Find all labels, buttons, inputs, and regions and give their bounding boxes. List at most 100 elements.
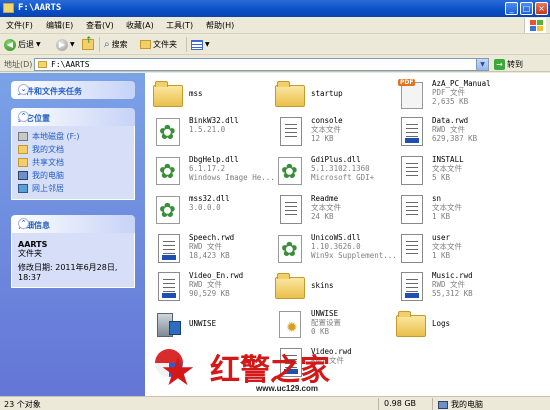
file-item-readme[interactable]: Readme 文本文件 24 KB — [267, 192, 397, 232]
collapse-icon[interactable]: ⌃ — [18, 111, 29, 122]
file-name: Readme — [311, 194, 339, 203]
file-tasks-header[interactable]: 文件和文件夹任务 ⌄ — [11, 81, 135, 99]
folders-label: 文件夹 — [153, 40, 177, 49]
menu-edit[interactable]: 编辑(E) — [46, 20, 73, 31]
other-places-panel: 其它位置 ⌃ 本地磁盘 (F:) 我的文档 共享文档 我的电脑 网上邻居 — [11, 108, 135, 200]
toolbar-separator — [99, 37, 100, 52]
status-object-count: 23 个对象 — [4, 400, 41, 409]
file-item-data-rwd[interactable]: Data.rwd RWD 文件 629,387 KB — [388, 114, 518, 154]
details-header[interactable]: 详细信息 ⌃ — [11, 215, 135, 233]
status-divider — [378, 398, 379, 410]
file-size: 90,529 KB — [189, 289, 230, 298]
file-item-video-en-rwd[interactable]: Video_En.rwd RWD 文件 90,529 KB — [145, 269, 275, 309]
file-item-user[interactable]: user 文本文件 1 KB — [388, 231, 518, 271]
menu-view[interactable]: 查看(V) — [86, 20, 114, 31]
place-network[interactable]: 网上邻居 — [18, 182, 128, 195]
place-label: 本地磁盘 (F:) — [32, 132, 80, 141]
file-item-startup[interactable]: startup — [267, 77, 397, 117]
chevron-down-icon[interactable]: ▼ — [476, 59, 488, 70]
file-item-mss[interactable]: mss — [145, 77, 275, 117]
file-item-unwise-exe[interactable]: UNWISE — [145, 307, 275, 347]
place-label: 我的电脑 — [32, 171, 64, 180]
file-size: 18,423 KB — [189, 251, 230, 260]
back-button[interactable]: ◀ 后退 ▼ — [4, 37, 41, 52]
folder-icon — [18, 145, 28, 154]
collapse-icon[interactable]: ⌃ — [18, 218, 29, 229]
file-item-gdiplus[interactable]: GdiPlus.dll 5.1.3102.1360 Microsoft GDI+ — [267, 153, 397, 193]
file-item-console[interactable]: console 文本文件 12 KB — [267, 114, 397, 154]
file-item-binkw32[interactable]: BinkW32.dll 1.5.21.0 — [145, 114, 275, 154]
folder-icon — [3, 3, 14, 13]
file-list: mss startup AzA_PC_Manual PDF 文件 2,635 K… — [145, 73, 550, 396]
go-button[interactable]: → 转到 — [494, 58, 523, 71]
text-file-icon — [280, 195, 302, 224]
file-item-install[interactable]: INSTALL 文本文件 5 KB — [388, 153, 518, 193]
text-file-icon — [401, 156, 423, 185]
search-button[interactable]: ⌕ 搜索 — [104, 37, 128, 52]
address-field[interactable]: F:\AARTS ▼ — [34, 58, 489, 71]
file-item-music-rwd[interactable]: Music.rwd RWD 文件 55,312 KB — [388, 269, 518, 309]
file-item-mss32[interactable]: mss32.dll 3.0.0.0 — [145, 192, 275, 232]
folder-icon — [153, 81, 183, 107]
file-name: INSTALL — [432, 155, 464, 164]
text-file-icon — [280, 117, 302, 146]
file-version: 1.10.3626.0 — [311, 242, 361, 251]
file-name: Data.rwd — [432, 116, 469, 125]
details-type: 文件夹 — [18, 249, 42, 258]
expand-icon[interactable]: ⌄ — [18, 84, 29, 95]
dll-file-icon — [156, 118, 180, 146]
file-name: mss32.dll — [189, 194, 230, 203]
place-my-computer[interactable]: 我的电脑 — [18, 169, 128, 182]
file-item-logs[interactable]: Logs — [388, 307, 518, 347]
computer-icon — [18, 171, 28, 180]
file-item-sn[interactable]: sn 文本文件 1 KB — [388, 192, 518, 232]
file-item-skins[interactable]: skins — [267, 269, 397, 309]
computer-icon — [438, 400, 448, 409]
place-shared-documents[interactable]: 共享文档 — [18, 156, 128, 169]
toolbar-separator — [186, 37, 187, 52]
other-places-header[interactable]: 其它位置 ⌃ — [11, 108, 135, 126]
menu-tools[interactable]: 工具(T) — [166, 20, 193, 31]
menu-favorites[interactable]: 收藏(A) — [126, 20, 154, 31]
file-type: 文本文件 — [432, 242, 462, 251]
menu-file[interactable]: 文件(F) — [6, 20, 33, 31]
file-item-unwise-ini[interactable]: UNWISE 配置设置 0 KB — [267, 307, 397, 347]
dll-file-icon — [278, 235, 302, 263]
up-folder-button[interactable]: ↑ — [82, 37, 94, 52]
place-my-documents[interactable]: 我的文档 — [18, 143, 128, 156]
file-size: 5 KB — [432, 173, 451, 182]
file-item-unicows[interactable]: UnicoWS.dll 1.10.3626.0 Win9x Supplement… — [267, 231, 397, 271]
task-pane: 文件和文件夹任务 ⌄ 其它位置 ⌃ 本地磁盘 (F:) 我的文档 共享文档 我的… — [0, 73, 145, 396]
forward-button[interactable]: ▶ ▼ — [56, 37, 75, 52]
file-name: AzA_PC_Manual — [432, 79, 491, 88]
menu-help[interactable]: 帮助(H) — [206, 20, 234, 31]
chevron-down-icon: ▼ — [205, 41, 210, 48]
maximize-button[interactable]: □ — [520, 2, 533, 15]
dll-file-icon — [278, 157, 302, 185]
chevron-down-icon: ▼ — [36, 41, 41, 48]
forward-arrow-icon: ▶ — [56, 38, 68, 51]
close-button[interactable]: × — [535, 2, 548, 15]
watermark-brand: 红警之家 — [210, 353, 330, 388]
place-local-disk[interactable]: 本地磁盘 (F:) — [18, 130, 128, 143]
file-type: 文本文件 — [432, 164, 462, 173]
rwd-file-icon — [158, 234, 180, 263]
folder-icon — [396, 311, 426, 337]
address-label: 地址(D) — [4, 60, 33, 69]
file-size: 12 KB — [311, 134, 334, 143]
file-size: 55,312 KB — [432, 289, 473, 298]
file-name: Speech.rwd — [189, 233, 235, 242]
details-modified: 修改日期: 2011年6月28日, — [18, 263, 118, 272]
status-divider — [432, 398, 433, 410]
file-item-speech-rwd[interactable]: Speech.rwd RWD 文件 18,423 KB — [145, 231, 275, 271]
red-star-icon: ★ — [160, 349, 196, 395]
toolbar: ◀ 后退 ▼ ▶ ▼ ↑ ⌕ 搜索 文件夹 ▼ — [0, 34, 550, 55]
file-item-aza-pc-manual[interactable]: AzA_PC_Manual PDF 文件 2,635 KB — [388, 77, 518, 117]
minimize-button[interactable]: _ — [505, 2, 518, 15]
other-places-list: 本地磁盘 (F:) 我的文档 共享文档 我的电脑 网上邻居 — [11, 126, 135, 200]
file-description: Windows Image He... — [189, 173, 275, 182]
file-item-dbghelp[interactable]: DbgHelp.dll 6.1.17.2 Windows Image He... — [145, 153, 275, 193]
up-folder-icon: ↑ — [82, 37, 94, 50]
views-button[interactable]: ▼ — [191, 37, 210, 52]
folders-button[interactable]: 文件夹 — [140, 37, 177, 52]
